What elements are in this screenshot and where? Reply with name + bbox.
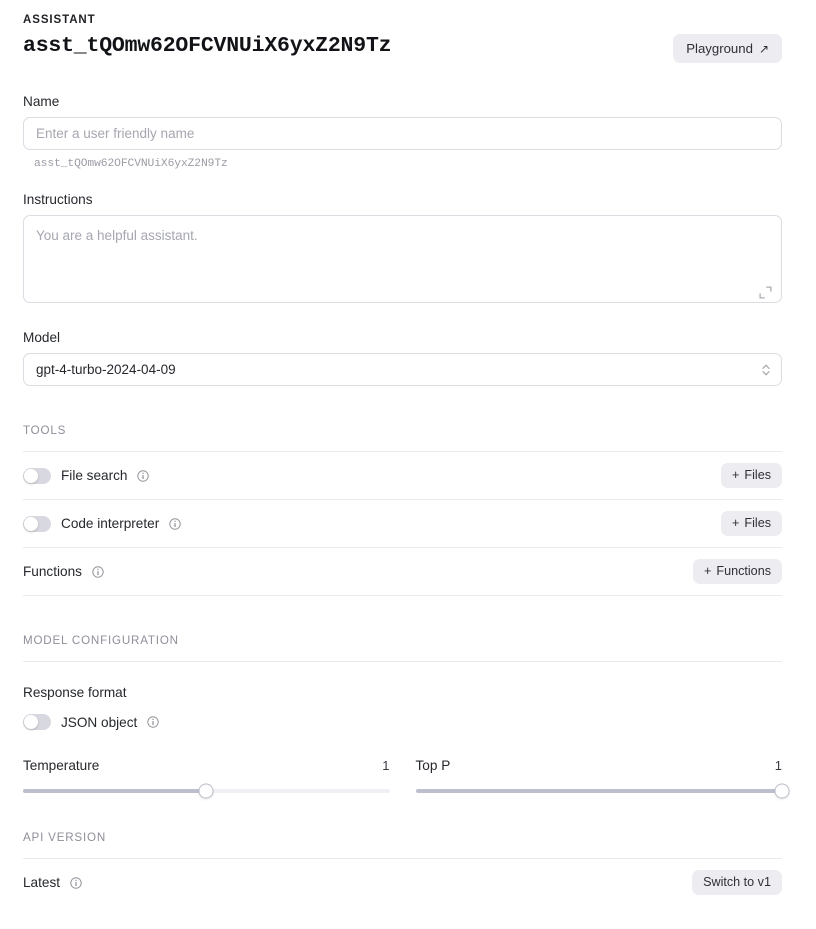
json-object-label: JSON object — [61, 714, 138, 730]
top-p-slider[interactable] — [415, 783, 790, 799]
playground-button-label: Playground — [686, 41, 753, 56]
sliders-row: Temperature 1 Top P 1 — [23, 758, 790, 799]
instructions-textarea[interactable] — [23, 215, 782, 303]
switch-to-v1-button[interactable]: Switch to v1 — [692, 870, 782, 895]
tool-row-file-search: File search + Files — [23, 452, 782, 500]
top-p-label: Top P — [415, 758, 451, 773]
top-p-header: Top P 1 — [416, 758, 783, 773]
add-functions-label: Functions — [716, 564, 771, 579]
assistant-settings-page: ASSISTANT asst_tQOmw62OFCVNUiX6yxZ2N9Tz … — [0, 0, 816, 929]
temperature-slider-fill — [23, 789, 207, 793]
add-functions-button[interactable]: + Functions — [693, 559, 782, 584]
info-circle-icon[interactable] — [92, 565, 104, 578]
code-interpreter-add-files-button[interactable]: + Files — [721, 511, 782, 536]
api-version-current-label: Latest — [23, 875, 61, 890]
info-circle-icon[interactable] — [147, 716, 160, 728]
tool-row-file-search-left: File search — [23, 467, 150, 484]
model-select-wrap: gpt-4-turbo-2024-04-09 — [23, 353, 782, 386]
code-interpreter-label: Code interpreter — [61, 516, 160, 531]
code-interpreter-add-files-label: Files — [744, 516, 771, 531]
instructions-label: Instructions — [23, 192, 93, 207]
name-input[interactable] — [23, 117, 782, 150]
json-object-toggle[interactable] — [23, 714, 51, 730]
temperature-header: Temperature 1 — [23, 758, 390, 773]
tool-row-code-interpreter: Code interpreter + Files — [23, 500, 782, 548]
temperature-value: 1 — [382, 758, 390, 773]
page-eyebrow: ASSISTANT — [23, 14, 96, 26]
api-version-row: Latest Switch to v1 — [23, 859, 782, 906]
temperature-slider[interactable] — [23, 783, 390, 799]
api-version-left: Latest — [23, 875, 82, 890]
plus-icon: + — [732, 516, 740, 531]
temperature-slider-group: Temperature 1 — [23, 758, 390, 799]
expand-corner-icon[interactable] — [759, 286, 772, 299]
instructions-wrap — [23, 215, 782, 308]
external-link-arrow-icon: ↗ — [758, 41, 769, 56]
top-p-slider-thumb[interactable] — [774, 783, 790, 799]
model-configuration-section-divider — [23, 661, 782, 662]
code-interpreter-toggle[interactable] — [23, 515, 51, 532]
page-title: asst_tQOmw62OFCVNUiX6yxZ2N9Tz — [23, 34, 392, 58]
switch-to-v1-label: Switch to v1 — [703, 875, 771, 890]
api-version-section-header: API VERSION — [23, 831, 107, 844]
plus-icon: + — [732, 468, 740, 483]
file-search-add-files-button[interactable]: + Files — [721, 463, 782, 488]
top-p-slider-fill — [415, 789, 782, 793]
temperature-label: Temperature — [23, 758, 100, 773]
tool-row-code-interpreter-left: Code interpreter — [23, 515, 181, 532]
instructions-field-group: Instructions — [23, 192, 782, 308]
assistant-id-helper: asst_tQOmw62OFCVNUiX6yxZ2N9Tz — [34, 158, 228, 170]
model-select-value: gpt-4-turbo-2024-04-09 — [36, 362, 176, 377]
tools-section-header: TOOLS — [23, 424, 67, 437]
temperature-slider-thumb[interactable] — [198, 783, 214, 799]
file-search-toggle[interactable] — [23, 467, 51, 484]
response-format-label: Response format — [23, 685, 127, 700]
tool-row-functions: Functions + Functions — [23, 548, 782, 596]
title-row: asst_tQOmw62OFCVNUiX6yxZ2N9Tz Playground… — [23, 34, 782, 72]
name-label: Name — [23, 94, 60, 109]
info-circle-icon[interactable] — [70, 876, 82, 889]
json-object-toggle-knob — [24, 715, 38, 729]
model-field-group: Model gpt-4-turbo-2024-04-09 — [23, 330, 782, 386]
name-field-group: Name asst_tQOmw62OFCVNUiX6yxZ2N9Tz — [23, 94, 782, 170]
tool-row-functions-left: Functions — [23, 564, 104, 579]
model-label: Model — [23, 330, 61, 345]
model-select[interactable]: gpt-4-turbo-2024-04-09 — [23, 353, 782, 386]
file-search-label: File search — [61, 468, 128, 483]
top-p-value: 1 — [774, 758, 782, 773]
top-p-slider-group: Top P 1 — [415, 758, 790, 799]
model-configuration-section-header: MODEL CONFIGURATION — [23, 634, 179, 647]
playground-button[interactable]: Playground ↗ — [673, 34, 782, 64]
info-circle-icon[interactable] — [137, 469, 150, 482]
functions-label: Functions — [23, 564, 82, 579]
info-circle-icon[interactable] — [169, 517, 181, 530]
code-interpreter-toggle-knob — [24, 516, 38, 531]
file-search-add-files-label: Files — [744, 468, 771, 483]
file-search-toggle-knob — [24, 468, 38, 483]
plus-icon: + — [704, 564, 712, 579]
json-object-row: JSON object — [23, 714, 782, 730]
